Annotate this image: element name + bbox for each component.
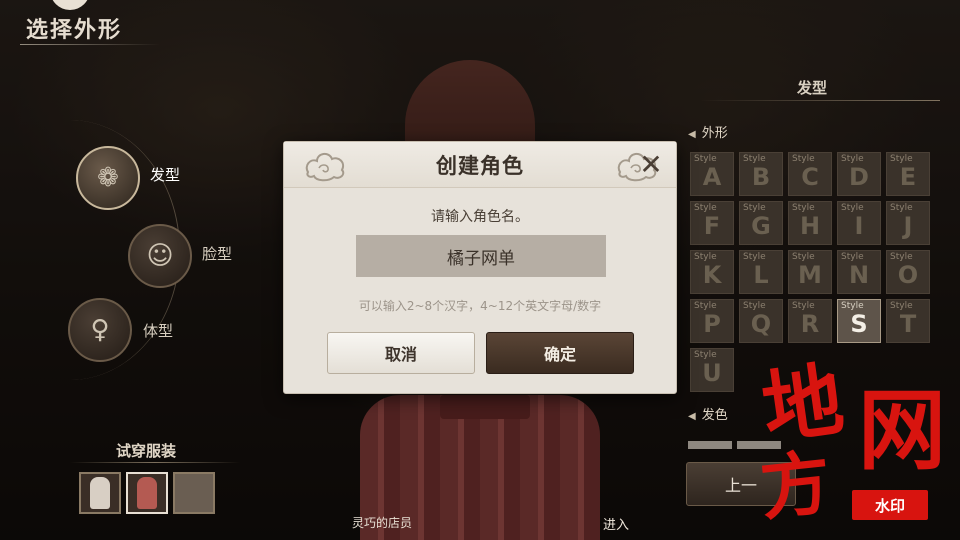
style-letter: M xyxy=(798,261,822,289)
style-letter: P xyxy=(703,310,721,338)
color-swatch[interactable] xyxy=(688,441,732,449)
name-rules-hint: 可以输入2~8个汉字，4~12个英文字母/数字 xyxy=(358,299,602,313)
hairstyle-option[interactable]: Style C xyxy=(788,152,832,196)
style-letter: F xyxy=(703,212,721,240)
style-letter: E xyxy=(899,163,917,191)
hairstyle-option[interactable]: Style L xyxy=(739,250,783,294)
character-name-input[interactable] xyxy=(356,235,606,277)
outfit-white-icon xyxy=(90,477,110,509)
panel-divider xyxy=(700,100,940,101)
hairstyle-option[interactable]: Style G xyxy=(739,201,783,245)
body-icon: ♀ xyxy=(90,315,110,345)
style-letter: C xyxy=(801,163,819,191)
hairstyle-option[interactable]: Style H xyxy=(788,201,832,245)
style-letter: L xyxy=(753,261,769,289)
appearance-section[interactable]: ◀ 外形 xyxy=(688,122,728,141)
name-prompt: 请输入角色名。 xyxy=(431,209,529,225)
category-face-button[interactable]: ☺ xyxy=(128,224,192,288)
hairstyle-option[interactable]: Style A xyxy=(690,152,734,196)
hairstyle-option[interactable]: Style P xyxy=(690,299,734,343)
hairstyle-option[interactable]: Style F xyxy=(690,201,734,245)
watermark-char-2: 网 xyxy=(858,378,947,482)
outfit-slot-3[interactable] xyxy=(173,472,215,514)
face-icon: ☺ xyxy=(146,241,174,271)
style-letter: D xyxy=(849,163,869,191)
hairstyle-option[interactable]: Style N xyxy=(837,250,881,294)
dialog-header: 创建角色 ✕ xyxy=(284,142,676,188)
close-icon: ✕ xyxy=(639,148,663,181)
style-letter: J xyxy=(903,212,913,240)
create-character-dialog: 创建角色 ✕ 请输入角色名。 可以输入2~8个汉字，4~12个英文字母/数字 取… xyxy=(283,141,677,394)
hairstyle-option[interactable]: Style D xyxy=(837,152,881,196)
hairstyle-option[interactable]: Style Q xyxy=(739,299,783,343)
hairstyle-option[interactable]: Style T xyxy=(886,299,930,343)
confirm-button[interactable]: 确定 xyxy=(486,332,634,374)
dialog-title: 创建角色 xyxy=(436,154,524,178)
style-letter: B xyxy=(751,163,771,191)
style-letter: Q xyxy=(750,310,772,338)
style-letter: G xyxy=(751,212,771,240)
style-letter: H xyxy=(799,212,821,240)
enter-button[interactable]: 进入 xyxy=(603,514,629,533)
hairstyle-option[interactable]: Style U xyxy=(690,348,734,392)
tryon-title: 试穿服装 xyxy=(116,442,177,460)
category-hair-label[interactable]: 发型 xyxy=(150,164,180,185)
outfit-slot-2[interactable] xyxy=(126,472,168,514)
npc-name: 灵巧的店员 xyxy=(352,516,413,530)
color-section[interactable]: ◀ 发色 xyxy=(688,404,728,423)
hairstyle-option[interactable]: Style J xyxy=(886,201,930,245)
style-letter: U xyxy=(702,359,722,387)
hairstyle-option[interactable]: Style I xyxy=(837,201,881,245)
style-letter: N xyxy=(848,261,870,289)
tryon-divider xyxy=(70,462,240,463)
screen-title: 选择外形 xyxy=(26,18,123,43)
watermark-tag: 水印 xyxy=(852,490,928,520)
hairstyle-option[interactable]: Style B xyxy=(739,152,783,196)
cancel-button[interactable]: 取消 xyxy=(327,332,475,374)
hairstyle-option[interactable]: Style S xyxy=(837,299,881,343)
style-letter: S xyxy=(850,310,868,338)
category-body-button[interactable]: ♀ xyxy=(68,298,132,362)
close-button[interactable]: ✕ xyxy=(634,148,668,182)
appearance-label: 外形 xyxy=(701,126,728,141)
category-face-label[interactable]: 脸型 xyxy=(202,243,232,264)
style-letter: T xyxy=(899,310,917,338)
hairstyle-option[interactable]: Style O xyxy=(886,250,930,294)
outfit-slot-1[interactable] xyxy=(79,472,121,514)
panel-title: 发型 xyxy=(797,79,828,97)
style-letter: K xyxy=(702,261,722,289)
category-hair-button[interactable]: ❁ xyxy=(76,146,140,210)
color-label: 发色 xyxy=(701,408,728,423)
hairstyle-option[interactable]: Style M xyxy=(788,250,832,294)
outfit-red-icon xyxy=(137,477,157,509)
watermark-char-3: 方 xyxy=(756,440,835,531)
collapse-triangle-icon: ◀ xyxy=(688,129,696,140)
hair-icon: ❁ xyxy=(97,163,119,193)
category-body-label[interactable]: 体型 xyxy=(143,320,173,341)
hairstyle-option[interactable]: Style E xyxy=(886,152,930,196)
style-letter: A xyxy=(702,163,722,191)
title-divider xyxy=(20,44,160,45)
style-letter: O xyxy=(897,261,919,289)
style-letter: R xyxy=(800,310,820,338)
hairstyle-option[interactable]: Style K xyxy=(690,250,734,294)
collapse-triangle-icon: ◀ xyxy=(688,411,696,422)
style-letter: I xyxy=(854,212,864,240)
